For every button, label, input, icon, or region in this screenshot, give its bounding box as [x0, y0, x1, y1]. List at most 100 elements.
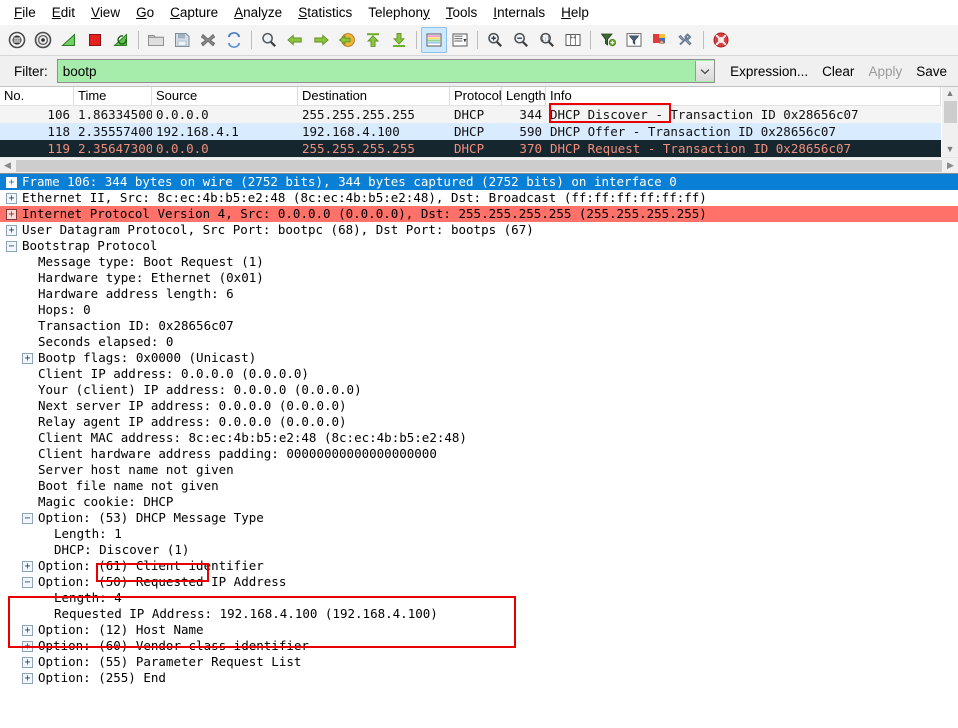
detail-row-option-12[interactable]: + Option: (12) Host Name — [0, 622, 958, 638]
plus-icon[interactable]: + — [6, 176, 17, 188]
help-icon[interactable] — [708, 27, 734, 53]
auto-scroll-icon[interactable] — [447, 27, 473, 53]
detail-row-hardware-address-length[interactable]: Hardware address length: 6 — [0, 286, 958, 302]
packet-list-horizontal-scrollbar[interactable]: ◀ ▶ — [0, 157, 958, 173]
plus-icon[interactable]: + — [22, 560, 33, 572]
detail-row-option-53[interactable]: − Option: (53) DHCP Message Type — [0, 510, 958, 526]
plus-icon[interactable]: + — [22, 624, 33, 636]
detail-row-ipv4[interactable]: + Internet Protocol Version 4, Src: 0.0.… — [0, 206, 958, 222]
coloring-rules-icon[interactable] — [647, 27, 673, 53]
go-to-first-packet-icon[interactable] — [360, 27, 386, 53]
minus-icon[interactable]: − — [22, 512, 33, 524]
menu-internals[interactable]: Internals — [485, 2, 553, 23]
detail-row-option-50-length[interactable]: Length: 4 — [0, 590, 958, 606]
detail-row-bootstrap-protocol[interactable]: − Bootstrap Protocol — [0, 238, 958, 254]
minus-icon[interactable]: − — [6, 240, 17, 252]
menu-telephony[interactable]: Telephony — [360, 2, 438, 23]
plus-icon[interactable]: + — [6, 224, 17, 236]
go-back-icon[interactable] — [282, 27, 308, 53]
detail-row-option-60[interactable]: + Option: (60) Vendor class identifier — [0, 638, 958, 654]
detail-row-hops[interactable]: Hops: 0 — [0, 302, 958, 318]
menu-capture[interactable]: Capture — [162, 2, 226, 23]
scroll-right-icon[interactable]: ▶ — [943, 160, 958, 171]
detail-row-client-hardware-address-padding[interactable]: Client hardware address padding: 0000000… — [0, 446, 958, 462]
detail-row-server-host-name[interactable]: Server host name not given — [0, 462, 958, 478]
menu-tools[interactable]: Tools — [438, 2, 486, 23]
colorize-packet-list-icon[interactable] — [421, 27, 447, 53]
menu-file[interactable]: File — [6, 2, 44, 23]
plus-icon[interactable]: + — [22, 640, 33, 652]
plus-icon[interactable]: + — [22, 672, 33, 684]
plus-icon[interactable]: + — [6, 192, 17, 204]
table-row[interactable]: 119 2.35647300 0.0.0.0 255.255.255.255 D… — [0, 140, 941, 157]
chevron-down-icon[interactable] — [695, 61, 715, 81]
capture-filters-icon[interactable] — [595, 27, 621, 53]
detail-row-frame[interactable]: + Frame 106: 344 bytes on wire (2752 bit… — [0, 174, 958, 190]
detail-row-seconds-elapsed[interactable]: Seconds elapsed: 0 — [0, 334, 958, 350]
column-header-destination[interactable]: Destination — [298, 87, 450, 105]
detail-row-transaction-id[interactable]: Transaction ID: 0x28656c07 — [0, 318, 958, 334]
scrollbar-thumb[interactable] — [943, 101, 957, 123]
scroll-left-icon[interactable]: ◀ — [0, 160, 15, 171]
detail-row-message-type[interactable]: Message type: Boot Request (1) — [0, 254, 958, 270]
packet-list-vertical-scrollbar[interactable]: ▲ ▼ — [941, 87, 958, 157]
preferences-icon[interactable] — [673, 27, 699, 53]
scroll-down-icon[interactable]: ▼ — [946, 144, 955, 156]
detail-row-boot-file-name[interactable]: Boot file name not given — [0, 478, 958, 494]
menu-view[interactable]: View — [83, 2, 128, 23]
detail-row-bootp-flags[interactable]: + Bootp flags: 0x0000 (Unicast) — [0, 350, 958, 366]
capture-options-icon[interactable] — [30, 27, 56, 53]
scrollbar-thumb[interactable] — [16, 159, 942, 172]
filter-input[interactable] — [57, 62, 696, 80]
reload-file-icon[interactable] — [221, 27, 247, 53]
detail-row-client-ip-address[interactable]: Client IP address: 0.0.0.0 (0.0.0.0) — [0, 366, 958, 382]
menu-go[interactable]: Go — [128, 2, 162, 23]
column-header-source[interactable]: Source — [152, 87, 298, 105]
apply-button[interactable]: Apply — [861, 62, 909, 81]
detail-row-dhcp-message-value[interactable]: DHCP: Discover (1) — [0, 542, 958, 558]
detail-row-option-255[interactable]: + Option: (255) End — [0, 670, 958, 686]
table-row[interactable]: 106 1.86334500 0.0.0.0 255.255.255.255 D… — [0, 106, 941, 123]
menu-statistics[interactable]: Statistics — [290, 2, 360, 23]
menu-edit[interactable]: Edit — [44, 2, 83, 23]
clear-button[interactable]: Clear — [815, 62, 861, 81]
detail-row-your-client-ip-address[interactable]: Your (client) IP address: 0.0.0.0 (0.0.0… — [0, 382, 958, 398]
go-to-packet-icon[interactable] — [334, 27, 360, 53]
detail-row-ethernet[interactable]: + Ethernet II, Src: 8c:ec:4b:b5:e2:48 (8… — [0, 190, 958, 206]
plus-icon[interactable]: + — [22, 352, 33, 364]
open-file-icon[interactable] — [143, 27, 169, 53]
go-to-last-packet-icon[interactable] — [386, 27, 412, 53]
save-file-icon[interactable] — [169, 27, 195, 53]
detail-row-next-server-ip-address[interactable]: Next server IP address: 0.0.0.0 (0.0.0.0… — [0, 398, 958, 414]
interface-list-icon[interactable] — [4, 27, 30, 53]
filter-box[interactable] — [56, 59, 716, 83]
detail-row-option-50[interactable]: − Option: (50) Requested IP Address — [0, 574, 958, 590]
menu-analyze[interactable]: Analyze — [226, 2, 290, 23]
column-header-no[interactable]: No. — [0, 87, 74, 105]
column-header-info[interactable]: Info — [546, 87, 941, 105]
detail-row-option-53-length[interactable]: Length: 1 — [0, 526, 958, 542]
close-file-icon[interactable] — [195, 27, 221, 53]
column-header-protocol[interactable]: Protocol — [450, 87, 502, 105]
start-capture-icon[interactable] — [56, 27, 82, 53]
resize-columns-icon[interactable]: ++ — [560, 27, 586, 53]
column-header-time[interactable]: Time — [74, 87, 152, 105]
expression-button[interactable]: Expression... — [723, 62, 815, 81]
detail-row-requested-ip-address[interactable]: Requested IP Address: 192.168.4.100 (192… — [0, 606, 958, 622]
zoom-out-icon[interactable] — [508, 27, 534, 53]
display-filters-icon[interactable] — [621, 27, 647, 53]
column-header-length[interactable]: Length — [502, 87, 546, 105]
plus-icon[interactable]: + — [6, 208, 17, 220]
detail-row-option-55[interactable]: + Option: (55) Parameter Request List — [0, 654, 958, 670]
scroll-up-icon[interactable]: ▲ — [946, 88, 955, 100]
menu-help[interactable]: Help — [553, 2, 597, 23]
minus-icon[interactable]: − — [22, 576, 33, 588]
detail-row-relay-agent-ip-address[interactable]: Relay agent IP address: 0.0.0.0 (0.0.0.0… — [0, 414, 958, 430]
plus-icon[interactable]: + — [22, 656, 33, 668]
detail-row-option-61[interactable]: + Option: (61) Client identifier — [0, 558, 958, 574]
detail-row-udp[interactable]: + User Datagram Protocol, Src Port: boot… — [0, 222, 958, 238]
stop-capture-icon[interactable] — [82, 27, 108, 53]
detail-row-client-mac-address[interactable]: Client MAC address: 8c:ec:4b:b5:e2:48 (8… — [0, 430, 958, 446]
detail-row-hardware-type[interactable]: Hardware type: Ethernet (0x01) — [0, 270, 958, 286]
table-row[interactable]: 118 2.35557400 192.168.4.1 192.168.4.100… — [0, 123, 941, 140]
